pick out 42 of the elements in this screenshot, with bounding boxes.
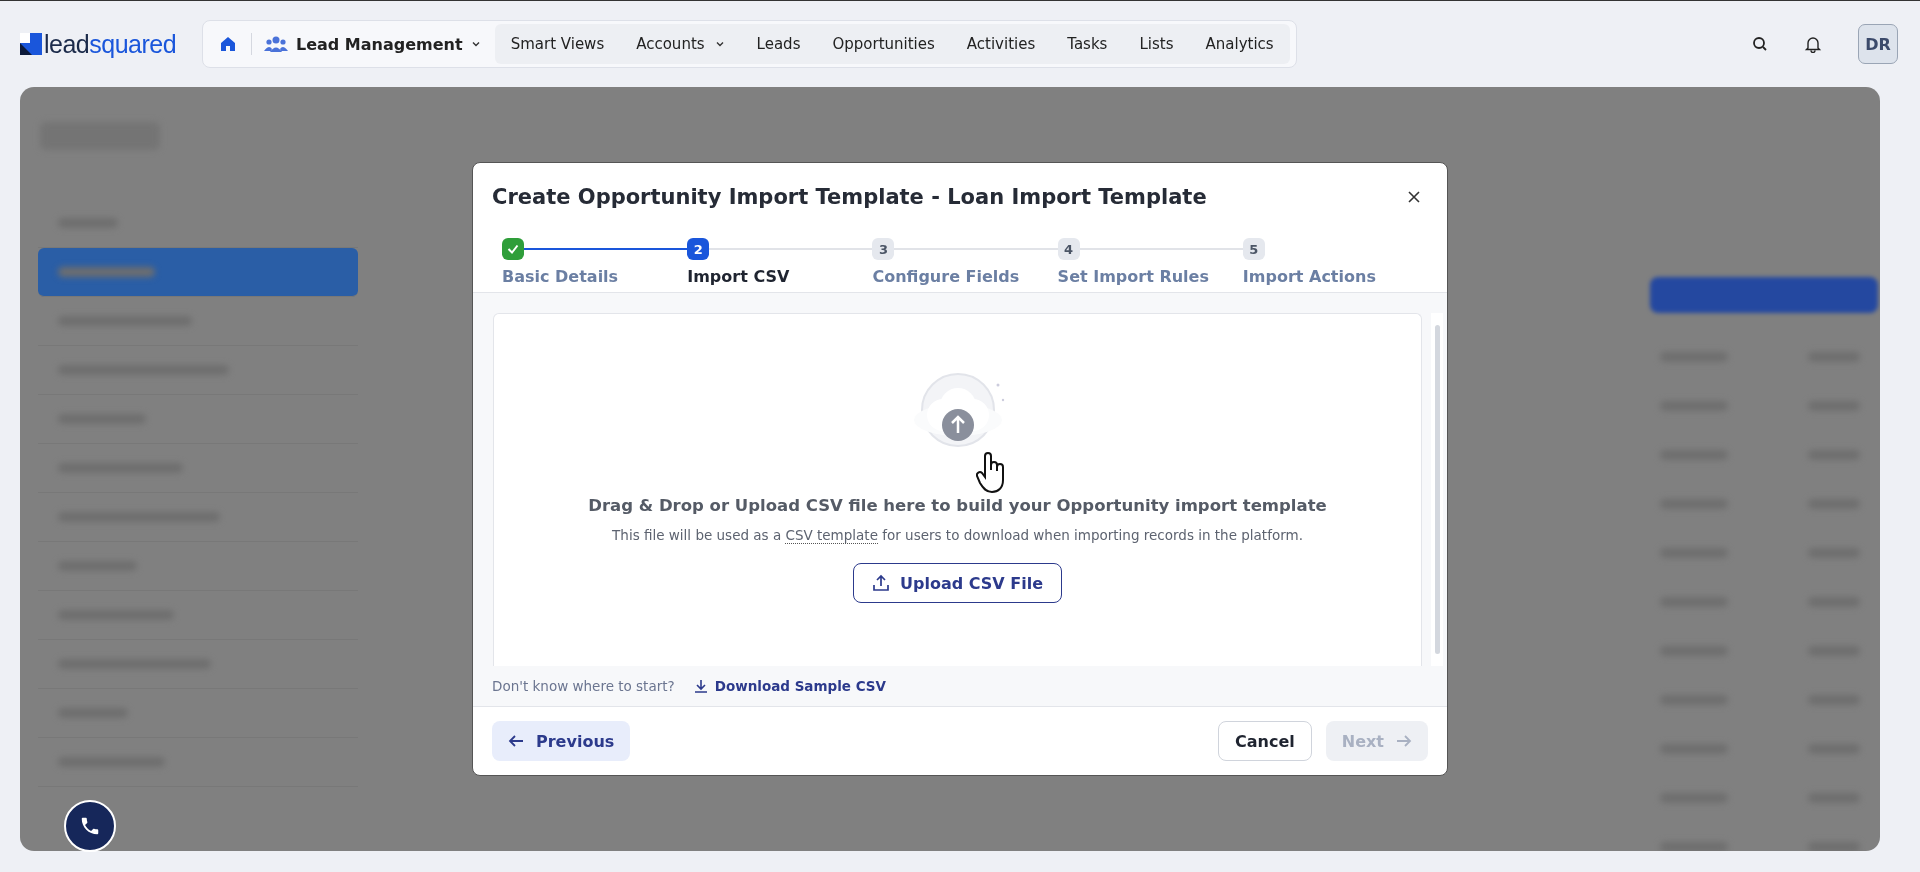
upload-icon [872, 574, 890, 592]
hint-text: Don't know where to start? [492, 678, 675, 694]
people-icon [264, 35, 288, 53]
nav-item[interactable]: Analytics [1189, 24, 1290, 64]
step-marker: 3 [872, 238, 895, 260]
dialog-title: Create Opportunity Import Template - Loan Import Template [492, 185, 1208, 209]
user-avatar[interactable]: DR [1858, 24, 1898, 64]
download-sample-link[interactable]: Download Sample CSV [692, 678, 886, 694]
step-label[interactable]: Basic Details [502, 267, 688, 286]
logo-icon [20, 33, 42, 55]
step-marker: 5 [1242, 238, 1265, 260]
drop-note: This file will be used as a CSV template for users to download when importing records in the platform. [612, 527, 1303, 543]
arrow-left-icon [508, 734, 524, 748]
nav-item[interactable]: Smart Views [494, 24, 621, 64]
nav-item[interactable]: Opportunities [816, 24, 951, 64]
phone-icon [79, 815, 101, 837]
bell-icon[interactable] [1804, 35, 1822, 53]
module-dropdown[interactable]: Lead Management [260, 34, 495, 54]
step-marker: 2 [687, 238, 710, 260]
search-icon[interactable] [1752, 36, 1768, 52]
home-icon [219, 35, 237, 53]
download-icon [692, 678, 709, 694]
drop-heading: Drag & Drop or Upload CSV file here to build your Opportunity import template [588, 496, 1327, 515]
upload-button[interactable]: Upload CSV File [853, 563, 1062, 603]
nav-item[interactable]: Lists [1123, 24, 1190, 64]
arrow-right-icon [1396, 734, 1412, 748]
nav-item[interactable]: Tasks [1051, 24, 1124, 64]
caret-icon [714, 39, 725, 49]
step-marker: 4 [1057, 238, 1080, 260]
step-label[interactable]: Configure Fields [872, 267, 1058, 286]
drop-zone[interactable]: Drag & Drop or Upload CSV file here to build your Opportunity import template This file will be used as a CSV template for users to download when importing records in the platform. Upload CSV File [493, 313, 1422, 666]
caret-icon [470, 39, 481, 49]
nav-item[interactable]: Leads [740, 24, 817, 64]
nav-item[interactable]: Accounts [620, 24, 741, 64]
step-label[interactable]: Import Actions [1242, 267, 1428, 286]
cancel-button[interactable]: Cancel [1218, 721, 1312, 761]
previous-button[interactable]: Previous [492, 721, 631, 761]
step-label[interactable]: Set Import Rules [1057, 267, 1243, 286]
logo-text: leadsquared [44, 29, 177, 59]
close-icon [1407, 190, 1421, 204]
nav-item[interactable]: Activities [950, 24, 1052, 64]
step-label[interactable]: Import CSV [687, 267, 873, 286]
